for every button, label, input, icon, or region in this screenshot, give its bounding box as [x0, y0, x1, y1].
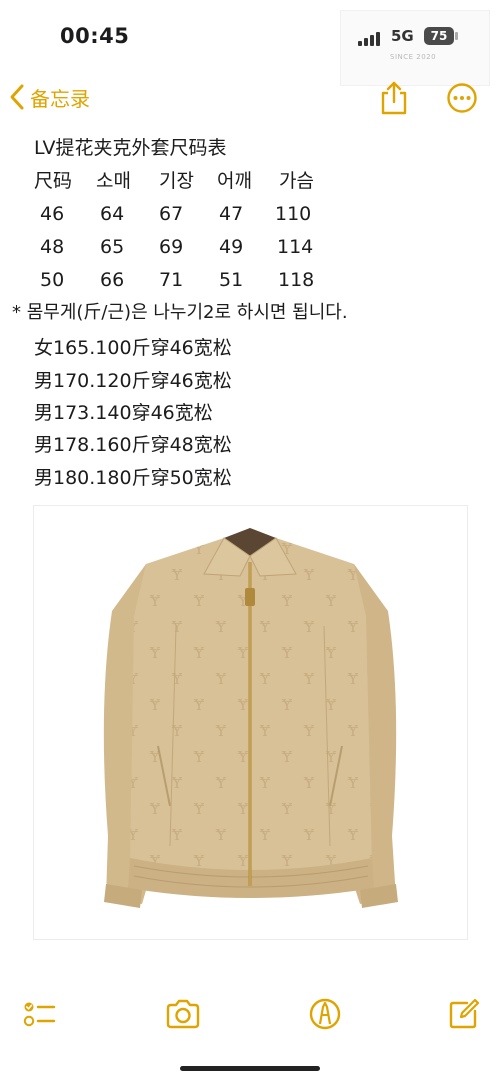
table-cell: 114 [277, 236, 314, 258]
battery-icon: 75 [424, 27, 454, 45]
size-table-header: 尺码 소매 기장 어깨 가슴 [0, 172, 500, 196]
bottom-toolbar [0, 975, 500, 1045]
table-cell: 47 [219, 203, 244, 225]
jacket-photo[interactable]: Ɏ Ɏ [33, 505, 468, 940]
markup-button[interactable] [308, 997, 342, 1031]
table-cell: 51 [219, 269, 244, 291]
checklist-button[interactable] [22, 997, 56, 1031]
table-cell: 118 [278, 269, 315, 291]
compose-icon [449, 998, 480, 1029]
fit-note: 男180.180斤穿50宽松 [34, 467, 232, 489]
checklist-icon [23, 1002, 56, 1027]
back-button[interactable]: 备忘录 [8, 80, 90, 114]
more-options-button[interactable] [446, 82, 478, 114]
status-time: 00:45 [60, 24, 130, 48]
cellular-signal-icon [358, 30, 384, 46]
fit-note: 男173.140穿46宽松 [34, 402, 213, 424]
nav-bar: 备忘录 [0, 70, 500, 124]
table-row: 50 66 71 51 118 [0, 271, 500, 295]
back-label: 备忘录 [30, 86, 90, 111]
table-row: 46 64 67 47 110 [0, 205, 500, 229]
table-cell: 50 [40, 269, 65, 291]
ellipsis-circle-icon [447, 83, 477, 113]
share-button[interactable] [378, 80, 410, 116]
table-cell: 69 [159, 236, 184, 258]
table-cell: 48 [40, 236, 65, 258]
weight-remark: * 몸무게(斤/근)은 나누기2로 하시면 됩니다. [12, 302, 348, 323]
header-sleeve: 소매 [96, 170, 131, 192]
table-cell: 49 [219, 236, 244, 258]
compose-button[interactable] [447, 997, 481, 1031]
battery-cap [455, 32, 458, 40]
chevron-left-icon [10, 84, 24, 110]
fit-note: 男170.120斤穿46宽松 [34, 370, 232, 392]
header-length: 기장 [159, 170, 194, 192]
fit-note: 男178.160斤穿48宽松 [34, 434, 232, 456]
camera-button[interactable] [165, 997, 200, 1031]
share-icon [381, 81, 407, 115]
note-title: LV提花夹克外套尺码表 [34, 137, 227, 159]
table-cell: 71 [159, 269, 184, 291]
table-cell: 65 [100, 236, 125, 258]
status-bar: 00:45 SINCE 2020 5G 75 [0, 0, 500, 86]
table-cell: 67 [159, 203, 184, 225]
table-row: 48 65 69 49 114 [0, 238, 500, 262]
table-cell: 64 [100, 203, 125, 225]
jacket-illustration: Ɏ Ɏ [103, 528, 398, 908]
table-cell: 46 [40, 203, 65, 225]
table-cell: 110 [275, 203, 312, 225]
header-chest: 가슴 [279, 170, 314, 192]
home-indicator[interactable] [180, 1066, 320, 1071]
network-type: 5G [391, 27, 414, 45]
markup-icon [309, 998, 341, 1030]
header-shoulder: 어깨 [217, 170, 252, 192]
fit-note: 女165.100斤穿46宽松 [34, 337, 232, 359]
table-cell: 66 [100, 269, 125, 291]
watermark-caption: SINCE 2020 [390, 53, 437, 61]
camera-icon [166, 999, 200, 1029]
header-size: 尺码 [34, 170, 73, 192]
